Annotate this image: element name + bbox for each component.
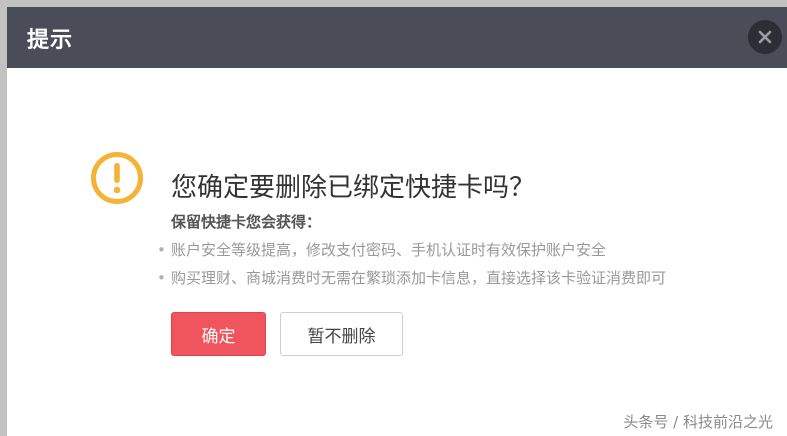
confirm-button[interactable]: 确定 [171, 312, 266, 356]
confirm-dialog: 提示 您确定要删除已绑定快捷卡吗？ 保留快捷卡您会获得： • 账户安全等级提高，修… [7, 7, 787, 436]
dialog-title: 提示 [27, 28, 74, 53]
cancel-delete-button[interactable]: 暂不删除 [280, 312, 403, 356]
delete-question: 您确定要删除已绑定快捷卡吗？ [171, 173, 536, 203]
bullet-icon: • [157, 241, 166, 259]
dialog-header: 提示 [7, 7, 787, 68]
benefit-item: • 购买理财、商城消费时无需在繁琐添加卡信息，直接选择该卡验证消费即可 [157, 267, 666, 288]
benefit-item: • 账户安全等级提高，修改支付密码、手机认证时有效保护账户安全 [157, 239, 606, 260]
benefit-text: 账户安全等级提高，修改支付密码、手机认证时有效保护账户安全 [171, 241, 607, 259]
keep-benefits-title: 保留快捷卡您会获得： [171, 213, 322, 231]
close-icon [758, 30, 772, 44]
screen-backdrop: 提示 您确定要删除已绑定快捷卡吗？ 保留快捷卡您会获得： • 账户安全等级提高，修… [0, 0, 787, 436]
watermark: 头条号 / 科技前沿之光 [623, 413, 773, 431]
benefit-text: 购买理财、商城消费时无需在繁琐添加卡信息，直接选择该卡验证消费即可 [171, 269, 667, 287]
close-button[interactable] [748, 20, 782, 54]
warning-icon [91, 152, 143, 204]
bullet-icon: • [157, 269, 166, 287]
